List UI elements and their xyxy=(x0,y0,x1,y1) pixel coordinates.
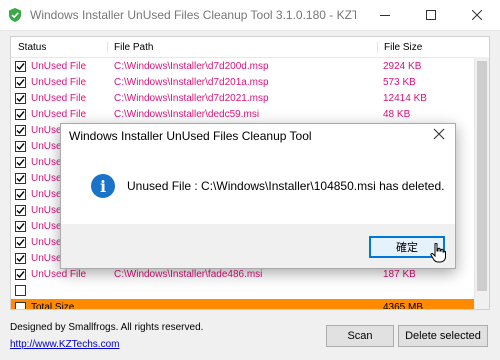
row-checkbox[interactable] xyxy=(15,236,26,248)
scan-button[interactable]: Scan xyxy=(326,325,394,347)
checkmark-icon xyxy=(16,190,25,198)
row-checkbox[interactable] xyxy=(15,220,26,232)
header-file-size[interactable]: File Size xyxy=(377,41,481,53)
message-dialog: Windows Installer UnUsed Files Cleanup T… xyxy=(60,123,456,269)
checkmark-icon xyxy=(16,174,25,182)
row-file-path: C:\Windows\Installer\dedc59.msi xyxy=(114,108,260,120)
maximize-button[interactable] xyxy=(408,0,454,30)
app-shield-icon xyxy=(9,8,21,22)
dialog-footer: 確定 xyxy=(61,224,455,268)
table-row[interactable]: UnUsed File C:\Windows\Installer\d7d2021.… xyxy=(11,90,489,106)
list-header: Status File Path File Size xyxy=(11,37,489,58)
table-row[interactable]: UnUsed File C:\Windows\Installer\d7d201a.… xyxy=(11,74,489,90)
row-checkbox[interactable] xyxy=(15,140,26,152)
row-status: UnUsed File xyxy=(31,268,87,280)
checkmark-icon xyxy=(16,158,25,166)
row-checkbox[interactable] xyxy=(15,188,26,200)
checkmark-icon xyxy=(16,94,25,102)
table-row[interactable] xyxy=(11,282,489,298)
vertical-scrollbar[interactable] xyxy=(474,57,489,309)
row-status: UnUsed File xyxy=(31,92,87,104)
row-checkbox[interactable] xyxy=(15,284,26,296)
total-row[interactable]: Total Size 4365 MB xyxy=(11,299,489,310)
maximize-icon xyxy=(426,10,436,20)
title-bar: Windows Installer UnUsed Files Cleanup T… xyxy=(0,0,500,31)
close-icon xyxy=(472,10,482,20)
total-checkbox[interactable] xyxy=(15,302,26,309)
scrollbar-thumb[interactable] xyxy=(477,61,487,291)
row-file-size: 48 KB xyxy=(383,108,411,120)
dialog-message: Unused File : C:\Windows\Installer\10485… xyxy=(127,179,445,193)
dialog-title-bar: Windows Installer UnUsed Files Cleanup T… xyxy=(61,124,455,148)
window-title: Windows Installer UnUsed Files Cleanup T… xyxy=(30,8,356,22)
checkmark-icon xyxy=(16,206,25,214)
row-file-size: 187 KB xyxy=(383,268,416,280)
info-icon: i xyxy=(91,174,115,198)
checkmark-icon xyxy=(16,270,25,278)
website-link[interactable]: http://www.KZTechs.com xyxy=(10,339,119,350)
row-checkbox[interactable] xyxy=(15,156,26,168)
checkmark-icon xyxy=(16,126,25,134)
checkmark-icon xyxy=(16,222,25,230)
header-file-path[interactable]: File Path xyxy=(107,41,377,53)
dialog-title: Windows Installer UnUsed Files Cleanup T… xyxy=(69,129,312,143)
row-checkbox[interactable] xyxy=(15,124,26,136)
table-row[interactable]: UnUsed File C:\Windows\Installer\dedc59.m… xyxy=(11,106,489,122)
row-file-path: C:\Windows\Installer\d7d201a.msp xyxy=(114,76,269,88)
checkmark-icon xyxy=(16,142,25,150)
row-file-path: C:\Windows\Installer\d7d200d.msp xyxy=(114,60,269,72)
copyright-text: Designed by Smallfrogs. All rights reser… xyxy=(10,322,204,333)
total-label: Total Size xyxy=(31,302,75,310)
checkmark-icon xyxy=(16,254,25,262)
checkmark-icon xyxy=(16,78,25,86)
checkmark-icon xyxy=(16,238,25,246)
row-checkbox[interactable] xyxy=(15,60,26,72)
row-checkbox[interactable] xyxy=(15,76,26,88)
row-file-path: C:\Windows\Installer\fade486.msi xyxy=(114,268,263,280)
checkmark-icon xyxy=(16,110,25,118)
dialog-body: i Unused File : C:\Windows\Installer\104… xyxy=(61,148,455,224)
table-row[interactable]: UnUsed File C:\Windows\Installer\d7d200d.… xyxy=(11,58,489,74)
checkmark-icon xyxy=(16,62,25,70)
row-checkbox[interactable] xyxy=(15,252,26,264)
dialog-close-icon[interactable] xyxy=(433,128,445,140)
total-size: 4365 MB xyxy=(383,302,424,310)
row-file-size: 2924 KB xyxy=(383,60,422,72)
row-file-size: 573 KB xyxy=(383,76,416,88)
row-checkbox[interactable] xyxy=(15,268,26,280)
delete-selected-button[interactable]: Delete selected xyxy=(398,325,488,347)
row-file-size: 12414 KB xyxy=(383,92,427,104)
minimize-icon xyxy=(380,15,390,16)
row-checkbox[interactable] xyxy=(15,204,26,216)
header-status[interactable]: Status xyxy=(11,42,107,53)
row-checkbox[interactable] xyxy=(15,108,26,120)
row-status: UnUsed File xyxy=(31,60,87,72)
row-status: UnUsed File xyxy=(31,76,87,88)
mouse-cursor-icon xyxy=(430,243,446,263)
minimize-button[interactable] xyxy=(362,0,408,30)
row-checkbox[interactable] xyxy=(15,92,26,104)
row-status: UnUsed File xyxy=(31,108,87,120)
close-button[interactable] xyxy=(454,0,500,30)
row-checkbox[interactable] xyxy=(15,172,26,184)
row-file-path: C:\Windows\Installer\d7d2021.msp xyxy=(114,92,269,104)
